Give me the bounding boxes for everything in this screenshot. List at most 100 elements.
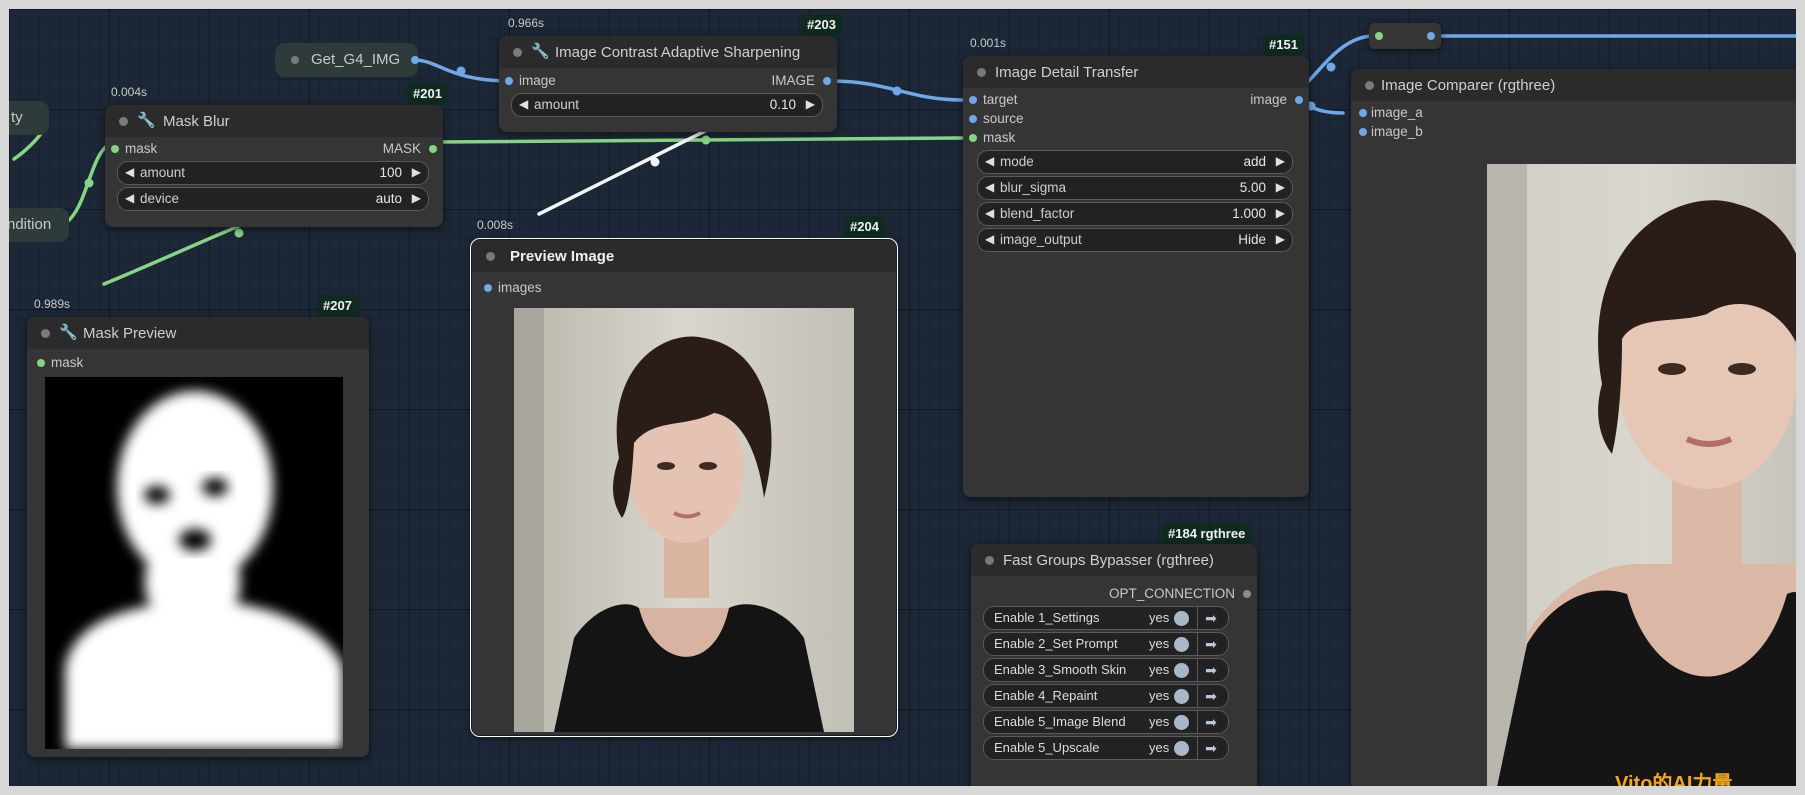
navigate-arrow-icon[interactable]: ➡ [1197, 633, 1224, 655]
detail-mask-slot[interactable] [969, 134, 977, 142]
increment-arrow-icon[interactable]: ▶ [806, 97, 815, 111]
offscreen-node-top-label: ty [11, 109, 23, 126]
mask-blur-output-slot[interactable] [429, 145, 437, 153]
bypass-row-label: Enable 5_Image Blend [994, 714, 1126, 729]
sharpen-id-badge: #203 [801, 14, 842, 35]
image-comparer-node[interactable]: Image Comparer (rgthree) image_a image_b [1351, 69, 1796, 786]
bypass-row-1[interactable]: Enable 1_Settings yes ➡ [983, 606, 1229, 630]
preview-input-label: images [498, 280, 542, 295]
increment-arrow-icon[interactable]: ▶ [1276, 206, 1285, 220]
widget-value: 0.10 [769, 97, 796, 112]
detail-blend-factor-widget[interactable]: ◀ blend_factor 1.000 ▶ [977, 202, 1293, 226]
detail-timing: 0.001s [970, 36, 1007, 50]
reroute-input-slot[interactable] [1375, 32, 1383, 40]
toggle-icon[interactable] [1174, 637, 1189, 652]
bypasser-header[interactable]: Fast Groups Bypasser (rgthree) [971, 544, 1257, 576]
decrement-arrow-icon[interactable]: ◀ [985, 154, 994, 168]
sharpen-output-slot[interactable] [823, 77, 831, 85]
wrench-icon: 🔧 [531, 43, 550, 60]
bypasser-output-slot[interactable] [1243, 590, 1251, 598]
detail-target-slot[interactable] [969, 96, 977, 104]
widget-value: 100 [379, 165, 402, 180]
detail-output-label: image [1250, 92, 1287, 107]
navigate-arrow-icon[interactable]: ➡ [1197, 685, 1224, 707]
bypass-row-3[interactable]: Enable 3_Smooth Skin yes ➡ [983, 658, 1229, 682]
mask-blur-node[interactable]: 🔧 Mask Blur mask MASK ◀ amount 100 ▶ ◀ d… [105, 105, 443, 227]
toggle-icon[interactable] [1174, 741, 1189, 756]
navigate-arrow-icon[interactable]: ➡ [1197, 659, 1224, 681]
reroute-node[interactable] [1369, 23, 1441, 49]
bypass-row-5[interactable]: Enable 5_Image Blend yes ➡ [983, 710, 1229, 734]
mask-preview-title: Mask Preview [83, 325, 177, 342]
preview-status-dot [486, 252, 495, 261]
mask-preview-header[interactable]: 🔧 Mask Preview [27, 317, 369, 349]
mask-blur-amount-widget[interactable]: ◀ amount 100 ▶ [117, 161, 429, 185]
decrement-arrow-icon[interactable]: ◀ [985, 206, 994, 220]
preview-header[interactable]: Preview Image [472, 240, 896, 272]
detail-header[interactable]: Image Detail Transfer [963, 56, 1309, 88]
node-graph-canvas[interactable]: ty ndition Get_G4_IMG 0.004s #201 🔧 Mask… [9, 9, 1796, 786]
bypasser-title: Fast Groups Bypasser (rgthree) [1003, 552, 1214, 569]
decrement-arrow-icon[interactable]: ◀ [985, 180, 994, 194]
comparer-image-b-slot[interactable] [1359, 128, 1367, 136]
increment-arrow-icon[interactable]: ▶ [1276, 154, 1285, 168]
bypass-row-6[interactable]: Enable 5_Upscale yes ➡ [983, 736, 1229, 760]
getter-node[interactable]: Get_G4_IMG [275, 43, 419, 77]
detail-mode-widget[interactable]: ◀ mode add ▶ [977, 150, 1293, 174]
image-detail-transfer-node[interactable]: Image Detail Transfer target source mask… [963, 56, 1309, 497]
preview-image-node[interactable]: Preview Image images [470, 238, 898, 737]
mask-preview-id-badge: #207 [317, 295, 358, 316]
navigate-arrow-icon[interactable]: ➡ [1197, 711, 1224, 733]
bypass-row-state: yes [1149, 740, 1170, 755]
mask-preview-input-slot[interactable] [37, 359, 45, 367]
widget-label: amount [534, 97, 580, 112]
detail-output-slot[interactable] [1295, 96, 1303, 104]
mask-blur-input-slot[interactable] [111, 145, 119, 153]
mask-preview-node[interactable]: 🔧 Mask Preview mask [27, 317, 369, 757]
increment-arrow-icon[interactable]: ▶ [412, 191, 421, 205]
increment-arrow-icon[interactable]: ▶ [1276, 180, 1285, 194]
comparer-header[interactable]: Image Comparer (rgthree) [1351, 69, 1796, 101]
bypass-row-4[interactable]: Enable 4_Repaint yes ➡ [983, 684, 1229, 708]
detail-id-badge: #151 [1263, 34, 1304, 55]
toggle-icon[interactable] [1174, 689, 1189, 704]
decrement-arrow-icon[interactable]: ◀ [125, 191, 134, 205]
mask-preview-input-label: mask [51, 355, 84, 370]
sharpen-header[interactable]: 🔧 Image Contrast Adaptive Sharpening [499, 36, 837, 68]
toggle-icon[interactable] [1174, 663, 1189, 678]
preview-input-slot[interactable] [484, 284, 492, 292]
navigate-arrow-icon[interactable]: ➡ [1197, 737, 1224, 759]
detail-image-output-widget[interactable]: ◀ image_output Hide ▶ [977, 228, 1293, 252]
mask-blur-header[interactable]: 🔧 Mask Blur [105, 105, 443, 137]
sharpen-node[interactable]: 🔧 Image Contrast Adaptive Sharpening ima… [499, 36, 837, 132]
increment-arrow-icon[interactable]: ▶ [412, 165, 421, 179]
mask-blur-timing: 0.004s [111, 85, 148, 99]
detail-input-source: source [983, 111, 1024, 126]
toggle-icon[interactable] [1174, 611, 1189, 626]
decrement-arrow-icon[interactable]: ◀ [985, 232, 994, 246]
decrement-arrow-icon[interactable]: ◀ [125, 165, 134, 179]
bypass-row-state: yes [1149, 610, 1170, 625]
sharpen-amount-widget[interactable]: ◀ amount 0.10 ▶ [511, 93, 823, 117]
widget-label: image_output [1000, 232, 1082, 247]
offscreen-node-condition[interactable]: ndition [9, 208, 69, 242]
detail-blur-sigma-widget[interactable]: ◀ blur_sigma 5.00 ▶ [977, 176, 1293, 200]
fast-groups-bypasser-node[interactable]: Fast Groups Bypasser (rgthree) OPT_CONNE… [971, 544, 1257, 786]
offscreen-node-top[interactable]: ty [9, 101, 49, 135]
increment-arrow-icon[interactable]: ▶ [1276, 232, 1285, 246]
bypass-row-2[interactable]: Enable 2_Set Prompt yes ➡ [983, 632, 1229, 656]
sharpen-input-slot[interactable] [505, 77, 513, 85]
toggle-icon[interactable] [1174, 715, 1189, 730]
detail-source-slot[interactable] [969, 115, 977, 123]
sharpen-input-label: image [519, 73, 556, 88]
bypass-row-label: Enable 5_Upscale [994, 740, 1100, 755]
navigate-arrow-icon[interactable]: ➡ [1197, 607, 1224, 629]
comparer-status-dot [1365, 81, 1374, 90]
preview-timing: 0.008s [477, 218, 514, 232]
sharpen-timing: 0.966s [508, 16, 545, 30]
comparer-image-a-slot[interactable] [1359, 109, 1367, 117]
decrement-arrow-icon[interactable]: ◀ [519, 97, 528, 111]
reroute-output-slot[interactable] [1427, 32, 1435, 40]
mask-blur-device-widget[interactable]: ◀ device auto ▶ [117, 187, 429, 211]
getter-output-slot[interactable] [411, 56, 419, 64]
